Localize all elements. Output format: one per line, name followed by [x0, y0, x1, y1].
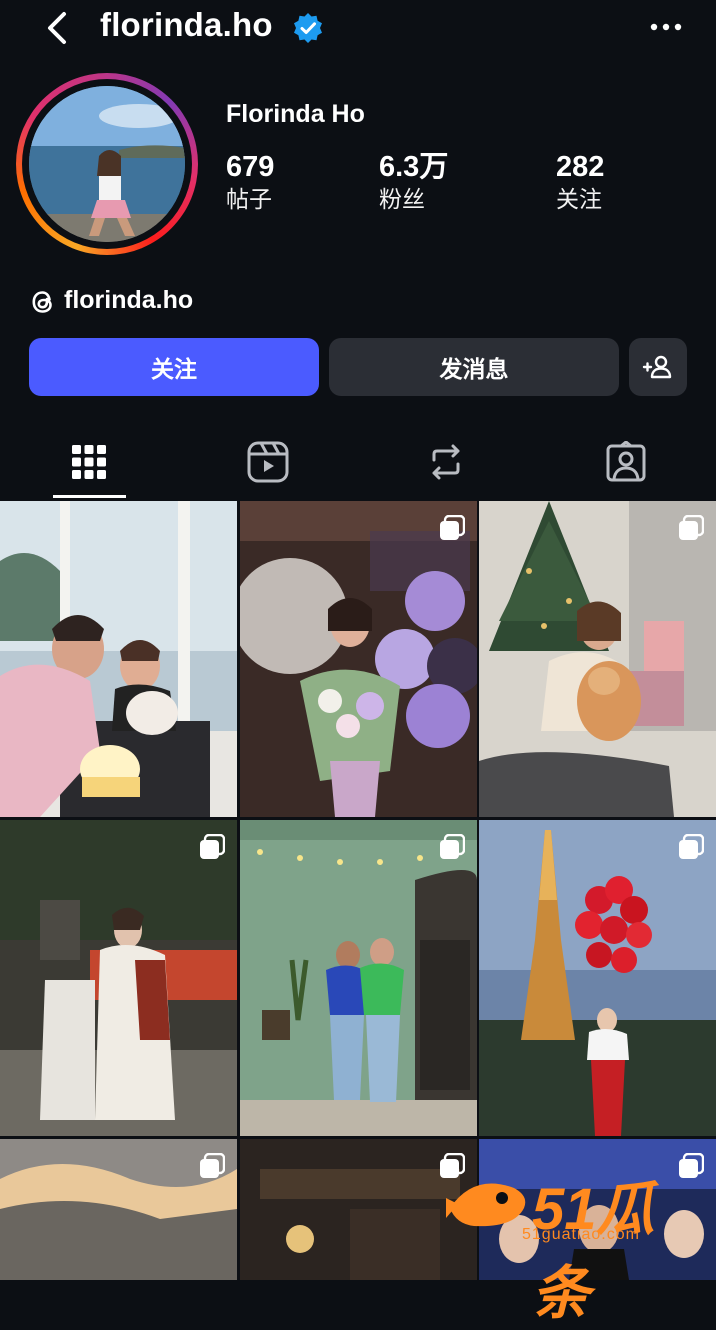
tab-reels[interactable]	[208, 424, 328, 500]
posts-label: 帖子	[226, 186, 272, 212]
grid-icon	[72, 445, 106, 479]
reposts-icon	[432, 444, 460, 480]
following-stat[interactable]: 282 关注	[556, 150, 604, 214]
suggested-users-button[interactable]	[629, 338, 687, 396]
post-thumbnail[interactable]	[0, 820, 237, 1136]
post-thumbnail[interactable]	[479, 820, 716, 1136]
top-bar: florinda.ho	[0, 0, 716, 56]
tab-posts-grid[interactable]	[29, 424, 149, 500]
post-thumbnail[interactable]	[0, 1139, 237, 1280]
tab-tagged[interactable]	[566, 424, 686, 500]
display-name: Florinda Ho	[226, 100, 365, 128]
username-title: florinda.ho	[100, 6, 273, 43]
follow-button[interactable]: 关注	[29, 338, 319, 396]
followers-count: 6.3万	[379, 151, 449, 183]
selected-tab-indicator	[53, 495, 126, 498]
verified-badge-icon	[292, 12, 324, 44]
following-count: 282	[556, 151, 605, 183]
threads-handle: florinda.ho	[64, 286, 194, 314]
threads-icon	[32, 291, 52, 313]
watermark-logo: 51瓜条 51guatiao.com	[440, 1160, 710, 1326]
message-button[interactable]: 发消息	[329, 338, 619, 396]
tab-reposts[interactable]	[386, 424, 506, 500]
multi-photo-icon	[678, 833, 705, 860]
post-thumbnail[interactable]	[0, 501, 237, 817]
reels-icon	[247, 441, 289, 483]
tagged-icon	[606, 441, 646, 482]
multi-photo-icon	[439, 514, 466, 541]
posts-stat[interactable]: 679 帖子	[226, 150, 274, 214]
post-thumbnail[interactable]	[240, 820, 477, 1136]
watermark-url: 51guatiao.com	[522, 1226, 640, 1243]
following-label: 关注	[556, 186, 602, 212]
watermark-text: 51瓜条	[532, 1177, 655, 1326]
post-thumbnail[interactable]	[479, 501, 716, 817]
more-options-icon[interactable]	[646, 14, 686, 40]
post-thumbnail[interactable]	[240, 501, 477, 817]
back-arrow-icon[interactable]	[40, 8, 76, 48]
multi-photo-icon	[199, 1152, 226, 1179]
story-avatar[interactable]	[16, 73, 198, 255]
followers-stat[interactable]: 6.3万 粉丝	[379, 150, 448, 214]
multi-photo-icon	[199, 833, 226, 860]
multi-photo-icon	[678, 514, 705, 541]
multi-photo-icon	[439, 833, 466, 860]
followers-label: 粉丝	[379, 186, 425, 212]
posts-count: 679	[226, 151, 275, 183]
add-person-icon	[642, 355, 672, 379]
watermark-fish-icon	[446, 1183, 526, 1227]
profile-photo	[29, 86, 185, 242]
profile-tabs	[0, 424, 716, 500]
